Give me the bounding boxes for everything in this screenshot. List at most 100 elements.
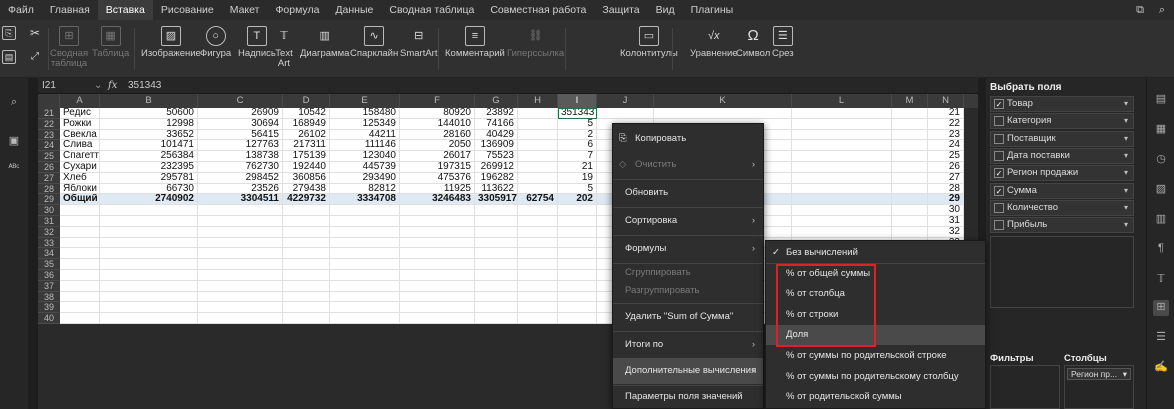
submenu-item[interactable]: % от суммы по родительскому столбцу: [766, 367, 985, 387]
cell[interactable]: [100, 270, 198, 281]
column-header[interactable]: E: [330, 94, 400, 108]
menu-9[interactable]: Защита: [594, 0, 647, 20]
row-header[interactable]: 30: [38, 205, 60, 216]
cell[interactable]: 138738: [198, 151, 283, 162]
checkbox[interactable]: [994, 133, 1004, 144]
table-settings-icon[interactable]: ▦: [1153, 122, 1169, 138]
cell[interactable]: [792, 151, 892, 162]
spellcheck-icon[interactable]: ᴬᴮᶜ: [6, 162, 22, 178]
field-item[interactable]: Поставщик ▾: [990, 130, 1134, 147]
row-header[interactable]: 24: [38, 140, 60, 152]
image-settings-icon[interactable]: ▨: [1153, 182, 1169, 198]
cell[interactable]: 33652: [100, 129, 198, 141]
cell[interactable]: [283, 248, 330, 260]
chevron-down-icon[interactable]: ⌄: [94, 80, 108, 91]
cell[interactable]: 3304511: [198, 194, 283, 206]
cell[interactable]: [892, 205, 928, 216]
cell[interactable]: 197315: [400, 162, 475, 173]
cell[interactable]: [400, 270, 475, 281]
cell[interactable]: [654, 108, 792, 119]
cell[interactable]: [400, 216, 475, 227]
cell[interactable]: [330, 205, 400, 216]
cell[interactable]: 26017: [400, 151, 475, 162]
field-item[interactable]: Количество ▾: [990, 199, 1134, 216]
sort-menu-item[interactable]: Сортировка ›: [613, 208, 763, 234]
cell[interactable]: 56415: [198, 129, 283, 141]
cell[interactable]: [558, 248, 597, 260]
cell[interactable]: [518, 108, 558, 119]
cell[interactable]: [558, 280, 597, 292]
filters-area[interactable]: [990, 365, 1060, 409]
cell[interactable]: [60, 205, 100, 216]
checkbox[interactable]: ✓: [994, 168, 1004, 179]
column-header[interactable]: G: [475, 94, 518, 108]
cell[interactable]: 44211: [330, 129, 400, 141]
checkbox[interactable]: ✓: [994, 99, 1004, 109]
row-header[interactable]: 28: [38, 183, 60, 195]
cell[interactable]: 111146: [330, 140, 400, 152]
checkbox[interactable]: [994, 150, 1004, 161]
cell[interactable]: [792, 216, 892, 227]
cell[interactable]: [100, 248, 198, 260]
slicer-button[interactable]: ☰ Срез: [772, 26, 794, 59]
row-header[interactable]: 39: [38, 302, 60, 314]
cell[interactable]: [100, 313, 198, 324]
row-header[interactable]: 31: [38, 216, 60, 227]
cell[interactable]: [475, 248, 518, 260]
cell[interactable]: [330, 216, 400, 227]
chart-settings-icon[interactable]: ▥: [1153, 212, 1169, 228]
cell[interactable]: [892, 129, 928, 141]
cell[interactable]: 50600: [100, 108, 198, 119]
cell[interactable]: [475, 270, 518, 281]
search-icon[interactable]: ⌕: [1154, 2, 1170, 18]
cell[interactable]: [892, 108, 928, 119]
cell[interactable]: [60, 248, 100, 260]
cell[interactable]: [475, 216, 518, 227]
text-art-settings-icon[interactable]: 𝕋: [1153, 272, 1169, 288]
cell[interactable]: 475376: [400, 172, 475, 184]
cell[interactable]: [518, 118, 558, 130]
row-header[interactable]: 37: [38, 280, 60, 292]
image-button[interactable]: ▨ Изображение: [141, 26, 201, 59]
cell[interactable]: [283, 280, 330, 292]
cell[interactable]: [518, 151, 558, 162]
cell[interactable]: [475, 237, 518, 249]
cell[interactable]: 25: [928, 151, 964, 162]
row-header[interactable]: 35: [38, 259, 60, 270]
hyperlink-button[interactable]: ⛓ Гиперссылка: [507, 26, 564, 59]
cell[interactable]: [60, 259, 100, 270]
value-field-settings-menu-item[interactable]: Параметры поля значений: [613, 386, 763, 408]
cell[interactable]: 26909: [198, 108, 283, 119]
cell[interactable]: 23526: [198, 183, 283, 195]
cell[interactable]: [400, 280, 475, 292]
pivot-settings-icon[interactable]: ⊞: [1153, 300, 1169, 316]
cell[interactable]: [330, 280, 400, 292]
cell[interactable]: [60, 216, 100, 227]
smartart-button[interactable]: ⊟ SmartArt: [400, 26, 437, 59]
cell[interactable]: [330, 248, 400, 260]
cell[interactable]: [518, 205, 558, 216]
row-header[interactable]: 21: [38, 108, 60, 119]
row-header[interactable]: 33: [38, 237, 60, 249]
cell[interactable]: 62754: [518, 194, 558, 206]
cell[interactable]: [518, 226, 558, 238]
cell[interactable]: 26: [928, 162, 964, 173]
cell[interactable]: [283, 302, 330, 314]
cell[interactable]: 256384: [100, 151, 198, 162]
refresh-menu-item[interactable]: Обновить: [613, 180, 763, 206]
cell[interactable]: [330, 259, 400, 270]
menu-11[interactable]: Плагины: [683, 0, 742, 20]
cell[interactable]: 196282: [475, 172, 518, 184]
row-header[interactable]: 26: [38, 162, 60, 173]
cell[interactable]: 295781: [100, 172, 198, 184]
field-item[interactable]: ✓ Товар ▾: [990, 96, 1134, 112]
submenu-item[interactable]: % от общей суммы: [766, 264, 985, 284]
cell[interactable]: 21: [558, 162, 597, 173]
cell[interactable]: 21: [928, 108, 964, 119]
signature-settings-icon[interactable]: ✍: [1153, 360, 1169, 376]
cell[interactable]: Сухари: [60, 162, 100, 173]
cell[interactable]: 28160: [400, 129, 475, 141]
column-header[interactable]: H: [518, 94, 558, 108]
cell[interactable]: 269912: [475, 162, 518, 173]
field-item[interactable]: Прибыль ▾: [990, 217, 1134, 234]
